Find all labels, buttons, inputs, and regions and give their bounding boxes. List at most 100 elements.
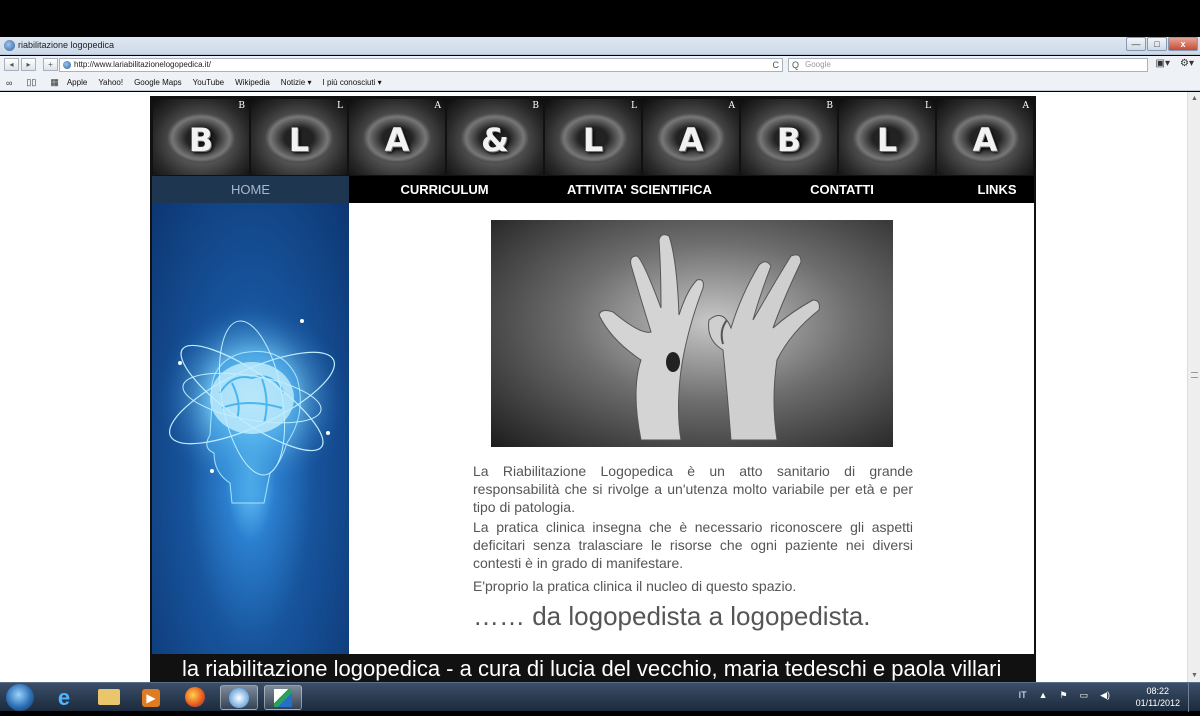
banner-letter: A: [384, 121, 410, 159]
file-explorer-icon[interactable]: [90, 685, 128, 710]
intro-paragraph-1: La Riabilitazione Logopedica è un atto s…: [473, 463, 913, 515]
banner-tile: AA: [937, 99, 1033, 175]
banner-letter: A: [972, 121, 998, 159]
reader-icon[interactable]: ∞: [6, 78, 12, 88]
site-favicon-icon: [4, 40, 15, 51]
closing-tagline: …… da logopedista a logopedista.: [473, 601, 871, 631]
back-button[interactable]: ◂: [4, 58, 19, 71]
banner-small-letter: L: [925, 101, 931, 111]
banner-letter: &: [481, 121, 509, 159]
banner-small-letter: L: [631, 101, 637, 111]
site-footer: la riabilitazione logopedica - a cura di…: [152, 654, 1034, 682]
intro-paragraph-2: La pratica clinica insegna che è necessa…: [473, 519, 913, 571]
close-button[interactable]: x: [1168, 37, 1198, 51]
header-banner: BB LL AA & B LL AA BB LL AA: [152, 98, 1034, 176]
banner-tile: LL: [251, 99, 347, 175]
main-nav: HOME CURRICULUM ATTIVITA' SCIENTIFICA CO…: [152, 176, 1034, 203]
tray-expand-icon[interactable]: ▲: [1039, 690, 1048, 701]
add-bookmark-button[interactable]: +: [43, 58, 58, 71]
windows-taskbar: e ▶ IT ▲ ⚑ ▭ ◀) 08:22 01/11/2012: [0, 682, 1200, 712]
nav-home[interactable]: HOME: [152, 176, 349, 203]
banner-tile: AA: [643, 99, 739, 175]
window-controls: — □ x: [1126, 37, 1198, 52]
address-bar[interactable]: http://www.lariabilitazionelogopedica.it…: [59, 58, 783, 72]
search-icon: Q: [792, 60, 800, 70]
banner-tile: BB: [741, 99, 837, 175]
banner-small-letter: B: [826, 101, 833, 111]
banner-small-letter: B: [238, 101, 245, 111]
bookmark-piu-conosciuti[interactable]: I più conosciuti ▾: [323, 78, 382, 87]
bookmark-wikipedia[interactable]: Wikipedia: [235, 78, 270, 87]
nav-contatti[interactable]: CONTATTI: [792, 176, 892, 203]
bookmark-notizie[interactable]: Notizie ▾: [281, 78, 312, 87]
safari-icon[interactable]: [220, 685, 258, 710]
search-input[interactable]: Q Google: [788, 58, 1148, 72]
nav-curriculum[interactable]: CURRICULUM: [377, 176, 512, 203]
maps-app-icon[interactable]: [264, 685, 302, 710]
browser-toolbar: ◂ ▸ + http://www.lariabilitazionelogoped…: [0, 56, 1200, 75]
hands-graphic: [598, 234, 820, 441]
page-viewport: BB LL AA & B LL AA BB LL AA HOME CURRICUL…: [0, 92, 1187, 682]
maximize-button[interactable]: □: [1147, 37, 1167, 51]
settings-gear-icon[interactable]: ⚙▾: [1180, 58, 1194, 69]
banner-small-letter: A: [728, 101, 736, 111]
intro-paragraph-3: E'proprio la pratica clinica il nucleo d…: [473, 578, 797, 594]
banner-tile: LL: [839, 99, 935, 175]
media-player-icon[interactable]: ▶: [132, 685, 170, 710]
main-content: La Riabilitazione Logopedica è un atto s…: [349, 203, 1034, 654]
banner-tile: LL: [545, 99, 641, 175]
firefox-icon[interactable]: [176, 685, 214, 710]
vertical-scrollbar[interactable]: ▲ ▼: [1187, 92, 1200, 682]
banner-letter: L: [582, 121, 604, 159]
action-center-flag-icon[interactable]: ⚑: [1059, 690, 1067, 701]
screen-top-border: [0, 0, 1200, 37]
minimize-button[interactable]: —: [1126, 37, 1146, 51]
clock-date: 01/11/2012: [1135, 698, 1180, 708]
search-placeholder: Google: [805, 60, 831, 69]
reload-icon[interactable]: C: [773, 59, 780, 71]
window-titlebar[interactable]: riabilitazione logopedica — □ x: [0, 37, 1200, 55]
forward-button[interactable]: ▸: [21, 58, 36, 71]
language-indicator[interactable]: IT: [1019, 690, 1027, 701]
site-container: BB LL AA & B LL AA BB LL AA HOME CURRICUL…: [150, 96, 1036, 682]
banner-small-letter: A: [1022, 101, 1030, 111]
nav-attivita-scientifica[interactable]: ATTIVITA' SCIENTIFICA: [552, 176, 727, 203]
page-globe-icon: [63, 61, 71, 69]
banner-tile: BB: [153, 99, 249, 175]
address-url: http://www.lariabilitazionelogopedica.it…: [74, 60, 211, 69]
network-icon[interactable]: ▭: [1080, 690, 1089, 701]
page-menu-icon[interactable]: ▣▾: [1156, 58, 1170, 69]
system-tray: IT ▲ ⚑ ▭ ◀): [1019, 690, 1110, 701]
clock[interactable]: 08:22 01/11/2012: [1136, 685, 1180, 709]
banner-letter: B: [776, 121, 802, 159]
show-desktop-button[interactable]: [1188, 683, 1200, 712]
bookmark-google-maps[interactable]: Google Maps: [134, 78, 182, 87]
banner-small-letter: L: [337, 101, 343, 111]
banner-small-letter: A: [434, 101, 442, 111]
banner-small-letter: B: [532, 101, 539, 111]
internet-explorer-icon[interactable]: e: [45, 685, 83, 710]
bookmark-youtube[interactable]: YouTube: [193, 78, 224, 87]
banner-letter: B: [188, 121, 214, 159]
book-icon[interactable]: ▯▯: [26, 77, 36, 88]
banner-tile: & B: [447, 99, 543, 175]
volume-icon[interactable]: ◀): [1100, 690, 1110, 701]
clock-time: 08:22: [1146, 686, 1170, 696]
brain-head-graphic: [157, 303, 347, 504]
banner-letter: A: [678, 121, 704, 159]
brain-illustration: [152, 203, 349, 654]
start-orb-icon[interactable]: [6, 684, 34, 711]
toolbar-menus: ▣▾ ⚙▾: [1156, 58, 1194, 69]
banner-tile: AA: [349, 99, 445, 175]
bookmarks-bar: ∞ ▯▯ ▦ Apple Yahoo! Google Maps YouTube …: [0, 75, 1200, 91]
scroll-down-icon[interactable]: ▼: [1188, 669, 1200, 682]
scroll-up-icon[interactable]: ▲: [1188, 92, 1200, 105]
grid-icon[interactable]: ▦: [50, 77, 59, 88]
banner-letter: L: [288, 121, 310, 159]
banner-letter: L: [876, 121, 898, 159]
scroll-thumb-grip[interactable]: [1191, 372, 1198, 378]
nav-links[interactable]: LINKS: [962, 176, 1032, 203]
hands-photo: [491, 220, 893, 447]
bookmark-yahoo[interactable]: Yahoo!: [98, 78, 123, 87]
bookmark-apple[interactable]: Apple: [67, 78, 87, 87]
